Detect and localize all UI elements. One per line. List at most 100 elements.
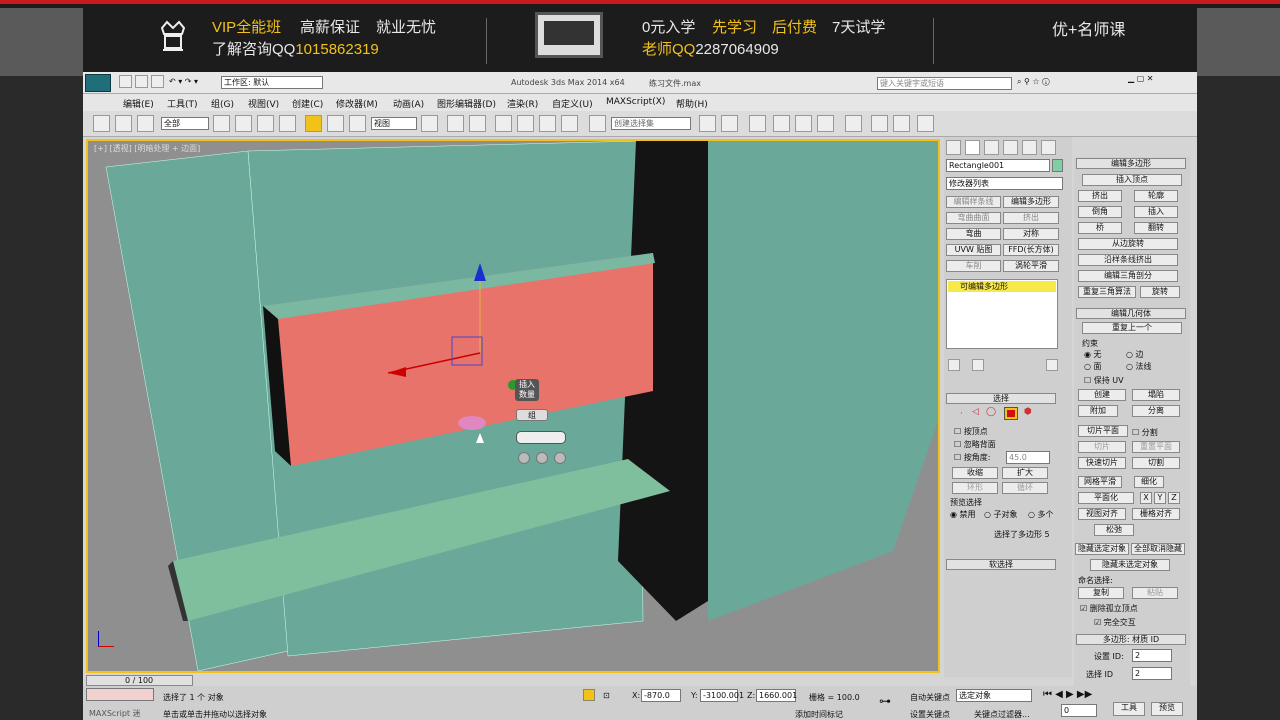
move-icon[interactable] [305, 115, 322, 132]
window-crossing-icon[interactable] [279, 115, 296, 132]
create-button[interactable]: 创建 [1078, 389, 1126, 401]
paste-button[interactable]: 粘贴 [1132, 587, 1178, 599]
maxscript-listener[interactable] [86, 688, 154, 701]
ring-button[interactable]: 环形 [952, 482, 998, 494]
shrink-button[interactable]: 收缩 [952, 467, 998, 479]
align-icon[interactable] [721, 115, 738, 132]
preview-disabled-radio[interactable]: ◉ 禁用 [950, 509, 976, 520]
app-logo-icon[interactable] [85, 74, 111, 92]
caddy-apply-icon[interactable] [536, 452, 548, 464]
outline-button[interactable]: 轮廓 [1134, 190, 1178, 202]
constraint-none-radio[interactable]: ◉ 无 [1084, 349, 1102, 360]
mod-lathe-button[interactable]: 车削 [946, 260, 1001, 272]
menu-maxscript[interactable]: MAXScript(X) [606, 97, 665, 107]
menu-help[interactable]: 帮助(H) [676, 97, 708, 110]
soft-selection-header[interactable]: 软选择 [946, 559, 1056, 570]
mod-extrude-button[interactable]: 挤出 [1003, 212, 1059, 224]
set-key-button[interactable]: 设置关键点 [910, 709, 950, 720]
material-ids-header[interactable]: 多边形: 材质 ID [1076, 634, 1186, 645]
menu-edit[interactable]: 编辑(E) [123, 97, 154, 110]
menu-modifiers[interactable]: 修改器(M) [336, 97, 378, 110]
undo-icon[interactable]: ↶ ▾ ↷ ▾ [169, 77, 198, 86]
menu-rendering[interactable]: 渲染(R) [507, 97, 538, 110]
menu-views[interactable]: 视图(V) [248, 97, 279, 110]
save-file-icon[interactable] [151, 75, 164, 88]
planar-x-button[interactable]: X [1140, 492, 1152, 504]
select-id-field[interactable]: 2 [1132, 667, 1172, 680]
insert-vertex-button[interactable]: 插入顶点 [1082, 174, 1182, 186]
detach-button[interactable]: 分离 [1132, 405, 1180, 417]
select-object-icon[interactable] [213, 115, 230, 132]
playback-controls[interactable]: ⏮ ◀ ▶ ▶▶ [1043, 689, 1092, 700]
render-frame-icon[interactable] [893, 115, 910, 132]
mod-edit-spline-button[interactable]: 编辑样条线 [946, 196, 1001, 208]
key-filters-button[interactable]: 关键点过滤器... [974, 709, 1030, 720]
mod-bend-button[interactable]: 弯曲 [946, 228, 1001, 240]
slice-plane-button[interactable]: 切片平面 [1078, 425, 1128, 437]
mirror-icon[interactable] [699, 115, 716, 132]
hinge-from-edge-button[interactable]: 从边旋转 [1078, 238, 1178, 250]
view-align-button[interactable]: 视图对齐 [1078, 508, 1126, 520]
edit-named-sel-icon[interactable] [589, 115, 606, 132]
make-planar-button[interactable]: 平面化 [1078, 492, 1134, 504]
split-checkbox[interactable]: ☐ 分割 [1132, 427, 1158, 438]
percent-snap-icon[interactable] [539, 115, 556, 132]
tessellate-button[interactable]: 细化 [1134, 476, 1164, 488]
attach-button[interactable]: 附加 [1078, 405, 1118, 417]
menu-animation[interactable]: 动画(A) [393, 97, 424, 110]
new-file-icon[interactable] [119, 75, 132, 88]
layer-icon[interactable] [749, 115, 766, 132]
maxscript-label[interactable]: MAXScript 迷 [89, 708, 141, 719]
border-icon[interactable]: ◯ [986, 407, 996, 417]
tools-dropdown[interactable]: 工具 [1113, 702, 1145, 716]
selection-rollout-header[interactable]: 选择 [946, 393, 1056, 404]
constraint-edge-radio[interactable]: ○ 边 [1126, 349, 1144, 360]
pin-stack-icon[interactable] [948, 359, 960, 371]
keyboard-shortcut-icon[interactable] [469, 115, 486, 132]
hierarchy-tab-icon[interactable] [984, 140, 999, 155]
retriangulate-button[interactable]: 重复三角算法 [1078, 286, 1136, 298]
configure-sets-icon[interactable] [1046, 359, 1058, 371]
preview-button[interactable]: 预览 [1151, 702, 1183, 716]
slice-button[interactable]: 切片 [1078, 441, 1126, 453]
ignore-back-checkbox[interactable]: ☐ 忽略背面 [954, 439, 996, 450]
caddy-amount-spinner[interactable] [516, 431, 566, 444]
bind-icon[interactable] [137, 115, 154, 132]
rotate-icon[interactable] [327, 115, 344, 132]
loop-button[interactable]: 循环 [1002, 482, 1048, 494]
mod-surface-button[interactable]: 弯曲曲面 [946, 212, 1001, 224]
bridge-button[interactable]: 桥 [1078, 222, 1122, 234]
hide-unselected-button[interactable]: 隐藏未选定对象 [1090, 559, 1170, 571]
material-editor-icon[interactable] [845, 115, 862, 132]
lock-selection-icon[interactable] [583, 689, 595, 701]
stack-item-editable-poly[interactable]: 可编辑多边形 [948, 281, 1056, 292]
collapse-button[interactable]: 塌陷 [1132, 389, 1180, 401]
planar-z-button[interactable]: Z [1168, 492, 1180, 504]
current-frame-field[interactable]: 0 [1061, 704, 1097, 717]
mod-edit-poly-button[interactable]: 编辑多边形 [1003, 196, 1059, 208]
named-selection-dropdown[interactable]: 创建选择集 [611, 117, 691, 130]
window-controls[interactable]: ▁ ▢ ✕ [1128, 74, 1154, 83]
scale-icon[interactable] [349, 115, 366, 132]
turn-button[interactable]: 旋转 [1140, 286, 1180, 298]
spinner-snap-icon[interactable] [561, 115, 578, 132]
delete-isolated-checkbox[interactable]: ☑ 删除孤立顶点 [1080, 603, 1138, 614]
edge-icon[interactable]: ◁ [972, 407, 979, 417]
polygon-icon[interactable] [1004, 407, 1018, 420]
vertex-icon[interactable]: ⋅ [960, 409, 963, 419]
mod-symmetry-button[interactable]: 对称 [1003, 228, 1059, 240]
rect-region-icon[interactable] [257, 115, 274, 132]
unlink-icon[interactable] [115, 115, 132, 132]
object-name-field[interactable]: Rectangle001 [946, 159, 1050, 172]
x-coord-field[interactable]: -870.0 [641, 689, 681, 702]
bevel-button[interactable]: 倒角 [1078, 206, 1122, 218]
by-vertex-checkbox[interactable]: ☐ 按顶点 [954, 426, 988, 437]
constraint-face-radio[interactable]: ○ 面 [1084, 361, 1102, 372]
preview-multi-radio[interactable]: ○ 多个 [1028, 509, 1054, 520]
graphite-icon[interactable] [773, 115, 790, 132]
constraint-normal-radio[interactable]: ○ 法线 [1126, 361, 1152, 372]
render-icon[interactable] [917, 115, 934, 132]
planar-y-button[interactable]: Y [1154, 492, 1166, 504]
select-manipulate-icon[interactable] [447, 115, 464, 132]
mod-uvw-button[interactable]: UVW 贴图 [946, 244, 1001, 256]
